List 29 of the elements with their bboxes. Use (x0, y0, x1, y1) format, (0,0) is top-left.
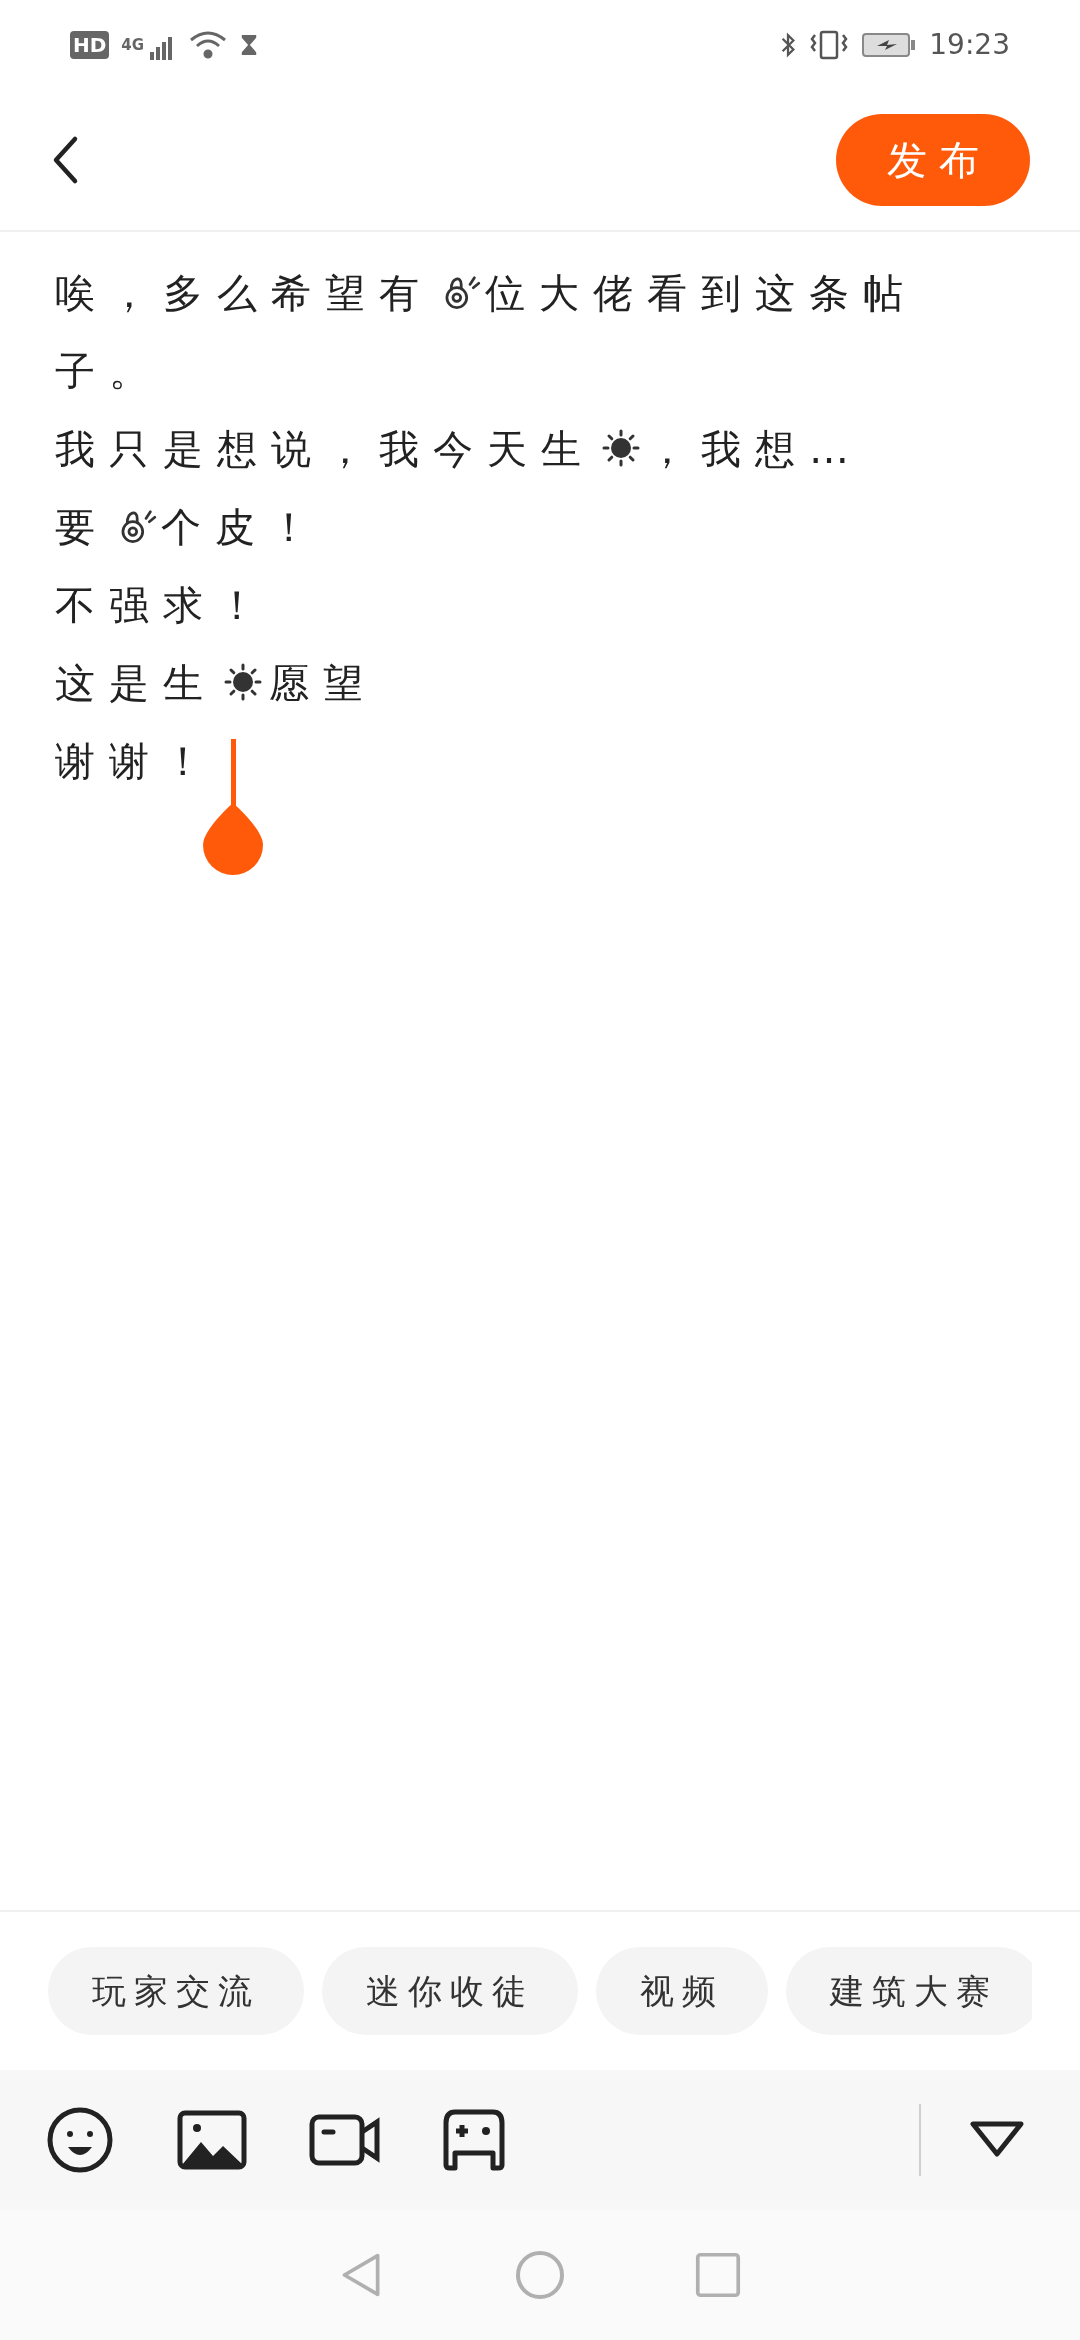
topic-chip[interactable]: 玩家交流 (48, 1947, 304, 2035)
post-text: 谢谢！ (55, 738, 217, 784)
post-text: 子。 (55, 348, 163, 394)
post-text: ，我想… (647, 426, 863, 472)
sun-icon (601, 428, 641, 468)
post-text: 个皮！ (161, 504, 323, 550)
video-camera-icon[interactable] (309, 2114, 381, 2166)
post-text: 我只是想说，我今天生 (55, 426, 595, 472)
post-text: 这是生 (55, 660, 217, 706)
image-icon[interactable] (177, 2110, 247, 2170)
hourglass-icon (240, 33, 259, 57)
topic-chip[interactable]: 迷你收徒 (322, 1947, 578, 2035)
gamepad-icon[interactable] (443, 2109, 505, 2171)
post-text: 唉，多么希望有 (55, 270, 433, 316)
post-text: 要 (55, 504, 109, 550)
hd-icon: HD (70, 31, 110, 59)
bluetooth-icon (779, 30, 798, 60)
sun-icon (223, 662, 263, 702)
network-label: 4G (121, 34, 145, 56)
topic-chip[interactable]: 视频 (596, 1947, 768, 2035)
post-text: 不强求！ (55, 582, 271, 628)
topic-chip[interactable]: 建筑大赛 (786, 1947, 1032, 2035)
battery-charging-icon (861, 30, 918, 60)
emoji-icon[interactable] (45, 2105, 115, 2175)
post-text: 位大佬看到这条帖 (485, 270, 917, 316)
vibrate-icon (809, 30, 850, 60)
post-text: 愿望 (269, 660, 377, 706)
clock-time: 19:23 (929, 27, 1010, 63)
collapse-triangle-icon[interactable] (969, 2120, 1025, 2160)
